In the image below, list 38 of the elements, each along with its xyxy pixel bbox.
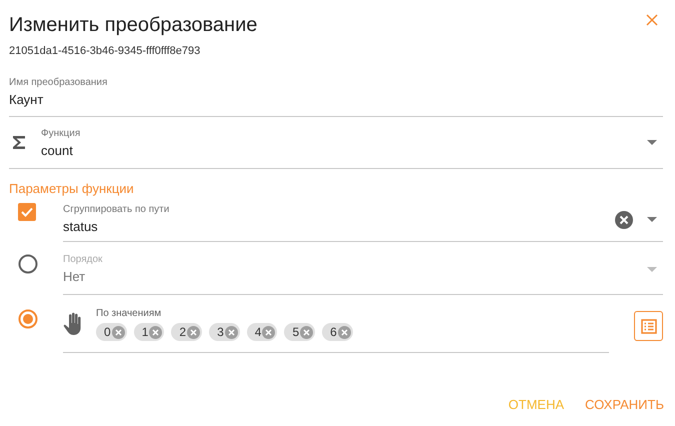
field-value: Каунт bbox=[9, 92, 44, 108]
field-value: count bbox=[41, 142, 74, 158]
chip-input-field[interactable]: По значениям 0 1 2 3 4 5 6 bbox=[63, 295, 609, 353]
field-label: По значениям bbox=[96, 308, 162, 320]
list-icon bbox=[640, 318, 656, 334]
sigma-icon bbox=[12, 135, 26, 150]
list-button[interactable] bbox=[634, 311, 663, 341]
field-value: Нет bbox=[63, 268, 86, 284]
select-field[interactable]: Функция count bbox=[9, 117, 663, 169]
chip[interactable]: 1 bbox=[134, 323, 164, 341]
chip[interactable]: 0 bbox=[96, 323, 127, 341]
field-label: Имя преобразования bbox=[9, 77, 108, 89]
close-button[interactable] bbox=[646, 14, 658, 26]
chip[interactable]: 6 bbox=[322, 323, 353, 341]
field-label: Порядок bbox=[63, 254, 104, 266]
remove-icon[interactable] bbox=[224, 326, 238, 338]
select-field[interactable]: Сгруппировать по пути status bbox=[63, 200, 663, 242]
dialog-subtitle: 21051da1-4516-3b46-9345-fff0fff8e793 bbox=[9, 44, 202, 58]
field-label: Сгруппировать по пути bbox=[63, 204, 170, 216]
dropdown-arrow-icon[interactable] bbox=[647, 140, 657, 145]
remove-icon[interactable] bbox=[149, 326, 162, 338]
remove-icon[interactable] bbox=[187, 326, 200, 338]
clear-icon[interactable] bbox=[615, 210, 633, 228]
dropdown-arrow-icon[interactable] bbox=[647, 217, 657, 222]
field-label: Функция bbox=[41, 128, 82, 140]
chip[interactable]: 4 bbox=[246, 323, 278, 341]
chip[interactable]: 2 bbox=[171, 323, 202, 341]
text-field[interactable]: Имя преобразования Каунт bbox=[9, 77, 663, 117]
remove-icon[interactable] bbox=[262, 326, 276, 338]
checkbox[interactable] bbox=[18, 203, 36, 221]
remove-icon[interactable] bbox=[112, 326, 125, 338]
chip[interactable]: 5 bbox=[284, 323, 316, 341]
chip[interactable]: 3 bbox=[209, 323, 240, 341]
remove-icon[interactable] bbox=[338, 326, 351, 338]
section-heading: Параметры функции bbox=[9, 181, 135, 197]
dialog-title: Изменить преобразование bbox=[9, 13, 258, 37]
remove-icon[interactable] bbox=[300, 326, 314, 338]
field-value: status bbox=[63, 219, 99, 235]
